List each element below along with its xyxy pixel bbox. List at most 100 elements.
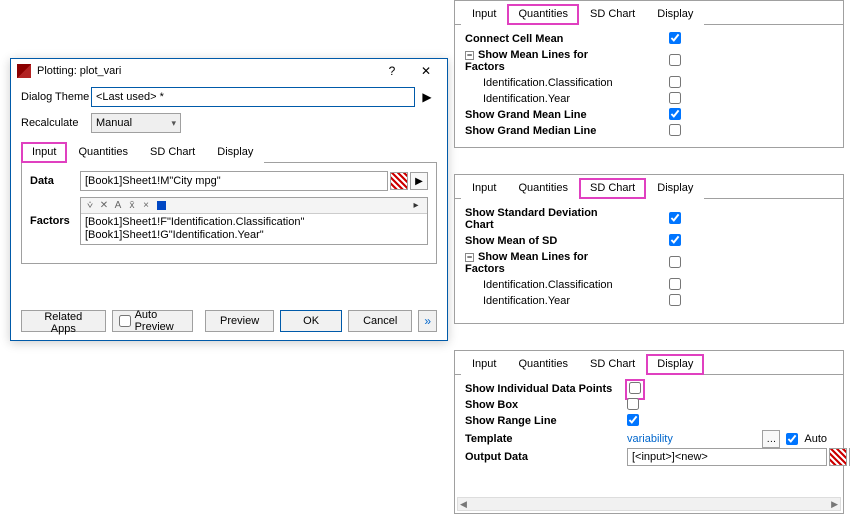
d-tab-input[interactable]: Input [461, 354, 507, 375]
sd-row-2-tree-toggle[interactable]: − [465, 253, 474, 262]
data-field[interactable] [80, 171, 388, 191]
show-range-checkbox[interactable] [627, 414, 639, 426]
dialog-theme-label: Dialog Theme [21, 91, 91, 103]
tab-display[interactable]: Display [206, 142, 264, 163]
sd-row-3-label: Identification.Classification [465, 279, 615, 291]
recalculate-combo[interactable]: Manual ▾ [91, 113, 181, 133]
factor-tool-x-icon[interactable]: ✕ [97, 200, 111, 211]
data-select-button[interactable] [390, 172, 408, 190]
q-row-5-label: Show Grand Median Line [465, 125, 615, 137]
dialog-button-bar: Related Apps Auto Preview Preview OK Can… [11, 304, 447, 340]
show-range-label: Show Range Line [465, 415, 615, 427]
factors-label: Factors [30, 197, 80, 227]
tab-sdchart[interactable]: SD Chart [139, 142, 206, 163]
template-value[interactable]: variability [627, 433, 673, 445]
window-title: Plotting: plot_vari [37, 65, 375, 77]
scroll-left-icon[interactable]: ◀ [460, 499, 467, 510]
factor-tool-checkdown-icon[interactable]: ⩒ [83, 200, 97, 211]
titlebar: Plotting: plot_vari ? ✕ [11, 59, 447, 83]
tab-quantities[interactable]: Quantities [67, 142, 139, 163]
scroll-right-icon[interactable]: ▶ [831, 499, 838, 510]
factor-tool-times-icon[interactable]: × [139, 200, 153, 211]
display-panel: Input Quantities SD Chart Display Show I… [454, 350, 844, 514]
q-row-1-tree-toggle[interactable]: − [465, 51, 474, 60]
output-data-label: Output Data [465, 451, 615, 463]
template-label: Template [465, 433, 615, 445]
auto-preview-label: Auto Preview [135, 309, 186, 333]
horizontal-scrollbar[interactable]: ◀ ▶ [457, 497, 841, 511]
factor-tool-xbar-icon[interactable]: x̄ [125, 200, 139, 211]
sd-row-2-label: −Show Mean Lines for Factors [465, 251, 615, 275]
output-data-field[interactable] [627, 448, 827, 466]
tab-input[interactable]: Input [21, 142, 67, 163]
auto-preview-checkbox[interactable] [119, 315, 131, 327]
q-tab-sdchart[interactable]: SD Chart [579, 4, 646, 25]
recalculate-value: Manual [96, 117, 132, 129]
auto-preview-wrap[interactable]: Auto Preview [112, 310, 193, 332]
q-row-1-checkbox[interactable] [669, 54, 681, 66]
q-tab-display[interactable]: Display [646, 4, 704, 25]
sd-row-1-label: Show Mean of SD [465, 235, 615, 247]
factor-line-2[interactable]: [Book1]Sheet1!G"Identification.Year" [85, 229, 423, 242]
preview-button[interactable]: Preview [205, 310, 274, 332]
d-tab-sdchart[interactable]: SD Chart [579, 354, 646, 375]
sd-tab-input[interactable]: Input [461, 178, 507, 199]
app-icon [17, 64, 31, 78]
sd-tab-display[interactable]: Display [646, 178, 704, 199]
cancel-button[interactable]: Cancel [348, 310, 412, 332]
factor-tool-a-icon[interactable]: A [111, 200, 125, 211]
chevron-down-icon: ▾ [171, 118, 176, 129]
help-button[interactable]: ? [375, 62, 409, 80]
data-flyout-button[interactable]: ▶ [410, 172, 428, 190]
close-button[interactable]: ✕ [409, 62, 443, 80]
factors-box[interactable]: ⩒ ✕ A x̄ × ▸ [Book1]Sheet1!F"Identificat… [80, 197, 428, 245]
sd-row-2-checkbox[interactable] [669, 256, 681, 268]
factor-tool-blue-icon[interactable] [157, 201, 166, 210]
sd-row-4-label: Identification.Year [465, 295, 615, 307]
sd-row-3-checkbox[interactable] [669, 278, 681, 290]
dialog-tabstrip: Input Quantities SD Chart Display [21, 141, 437, 163]
q-row-2-label: Identification.Classification [465, 77, 615, 89]
show-box-label: Show Box [465, 399, 615, 411]
show-points-checkbox[interactable] [629, 382, 641, 394]
q-row-4-checkbox[interactable] [669, 108, 681, 120]
q-row-1-label: −Show Mean Lines for Factors [465, 49, 615, 73]
show-points-label: Show Individual Data Points [465, 383, 615, 395]
sd-row-0-label: Show Standard Deviation Chart [465, 207, 615, 231]
show-box-checkbox[interactable] [627, 398, 639, 410]
q-row-3-checkbox[interactable] [669, 92, 681, 104]
sd-row-0-checkbox[interactable] [669, 212, 681, 224]
dialog-theme-menu-button[interactable]: ▶ [417, 87, 437, 107]
plot-vari-dialog: Plotting: plot_vari ? ✕ Dialog Theme ▶ R… [10, 58, 448, 341]
q-tab-quantities[interactable]: Quantities [507, 4, 579, 25]
related-apps-button[interactable]: Related Apps [21, 310, 106, 332]
q-row-0-label: Connect Cell Mean [465, 33, 615, 45]
input-tab-panel: Data ▶ Factors ⩒ ✕ A x̄ × [21, 163, 437, 264]
data-label: Data [30, 175, 80, 187]
sd-row-4-checkbox[interactable] [669, 294, 681, 306]
factors-toolbar: ⩒ ✕ A x̄ × ▸ [81, 198, 427, 214]
template-browse-button[interactable]: … [762, 430, 780, 448]
recalculate-label: Recalculate [21, 117, 91, 129]
factor-line-1[interactable]: [Book1]Sheet1!F"Identification.Classific… [85, 216, 423, 229]
factor-tool-caret-icon[interactable]: ▸ [409, 200, 423, 211]
q-row-5-checkbox[interactable] [669, 124, 681, 136]
d-tab-quantities[interactable]: Quantities [507, 354, 579, 375]
expand-button[interactable]: » [418, 310, 437, 332]
q-row-4-label: Show Grand Mean Line [465, 109, 615, 121]
sd-tab-quantities[interactable]: Quantities [507, 178, 579, 199]
sd-tab-sdchart[interactable]: SD Chart [579, 178, 646, 199]
quantities-panel: Input Quantities SD Chart Display Connec… [454, 0, 844, 148]
q-tab-input[interactable]: Input [461, 4, 507, 25]
ok-button[interactable]: OK [280, 310, 342, 332]
sd-row-1-checkbox[interactable] [669, 234, 681, 246]
sdchart-panel: Input Quantities SD Chart Display Show S… [454, 174, 844, 324]
dialog-theme-input[interactable] [91, 87, 415, 107]
template-auto-label: Auto [804, 433, 827, 445]
d-tab-display[interactable]: Display [646, 354, 704, 375]
output-select-button[interactable] [829, 448, 847, 466]
template-auto-checkbox[interactable] [786, 433, 798, 445]
q-row-2-checkbox[interactable] [669, 76, 681, 88]
q-row-3-label: Identification.Year [465, 93, 615, 105]
q-row-0-checkbox[interactable] [669, 32, 681, 44]
